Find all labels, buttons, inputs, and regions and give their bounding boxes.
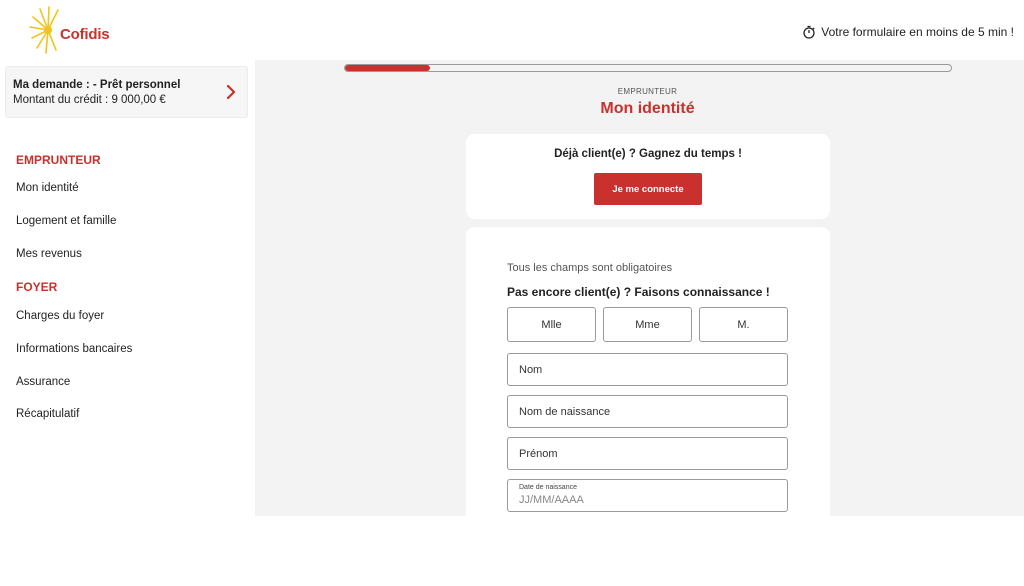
nav-heading-foyer: FOYER: [16, 280, 58, 294]
demande-amount: Montant du crédit : 9 000,00 €: [13, 94, 166, 106]
nav-item-informations-bancaires[interactable]: Informations bancaires: [16, 343, 132, 355]
logo-text: Cofidis: [60, 26, 110, 43]
nav-heading-emprunteur: EMPRUNTEUR: [16, 153, 101, 167]
nav-item-logement-famille[interactable]: Logement et famille: [16, 215, 116, 227]
date-naissance-field[interactable]: Date de naissance: [507, 479, 788, 512]
civility-mme-button[interactable]: Mme: [603, 307, 692, 342]
date-naissance-label: Date de naissance: [519, 484, 577, 491]
nom-naissance-field[interactable]: Nom de naissance: [507, 395, 788, 428]
nav-item-mon-identite[interactable]: Mon identité: [16, 182, 79, 194]
chevron-right-icon[interactable]: [225, 83, 237, 101]
step-label: EMPRUNTEUR: [617, 87, 678, 96]
progress-bar: [344, 64, 952, 72]
nav-item-mes-revenus[interactable]: Mes revenus: [16, 248, 82, 260]
prenom-field[interactable]: Prénom: [507, 437, 788, 470]
nav-item-charges-foyer[interactable]: Charges du foyer: [16, 310, 104, 322]
nom-field[interactable]: Nom: [507, 353, 788, 386]
cofidis-logo[interactable]: Cofidis: [20, 6, 110, 54]
nav-item-recapitulatif[interactable]: Récapitulatif: [16, 408, 79, 420]
stopwatch-icon: [803, 25, 815, 39]
main-content: EMPRUNTEUR Mon identité Déjà client(e) ?…: [255, 60, 1024, 516]
client-login-card: Déjà client(e) ? Gagnez du temps ! Je me…: [466, 134, 830, 219]
identity-form-card: Tous les champs sont obligatoires Pas en…: [466, 227, 830, 516]
page-title: Mon identité: [600, 100, 695, 117]
client-login-title: Déjà client(e) ? Gagnez du temps !: [554, 148, 742, 160]
timer-note: Votre formulaire en moins de 5 min !: [802, 25, 1014, 39]
required-fields-note: Tous les champs sont obligatoires: [507, 262, 673, 274]
civility-mlle-button[interactable]: Mlle: [507, 307, 596, 342]
demande-type: Ma demande : - Prêt personnel: [13, 79, 181, 91]
demande-summary[interactable]: Ma demande : - Prêt personnel Montant du…: [5, 66, 248, 118]
sidebar: Ma demande : - Prêt personnel Montant du…: [0, 60, 255, 516]
progress-fill: [345, 65, 430, 71]
nom-label: Nom: [519, 364, 543, 376]
new-client-title: Pas encore client(e) ? Faisons connaissa…: [507, 285, 770, 299]
nav-item-assurance[interactable]: Assurance: [16, 376, 70, 388]
date-naissance-input[interactable]: [519, 494, 769, 506]
header: Cofidis Votre formulaire en moins de 5 m…: [0, 0, 1024, 60]
login-button[interactable]: Je me connecte: [594, 173, 702, 205]
civility-m-button[interactable]: M.: [699, 307, 788, 342]
prenom-label: Prénom: [519, 448, 558, 460]
nom-naissance-label: Nom de naissance: [519, 406, 611, 418]
timer-text: Votre formulaire en moins de 5 min !: [821, 25, 1014, 39]
